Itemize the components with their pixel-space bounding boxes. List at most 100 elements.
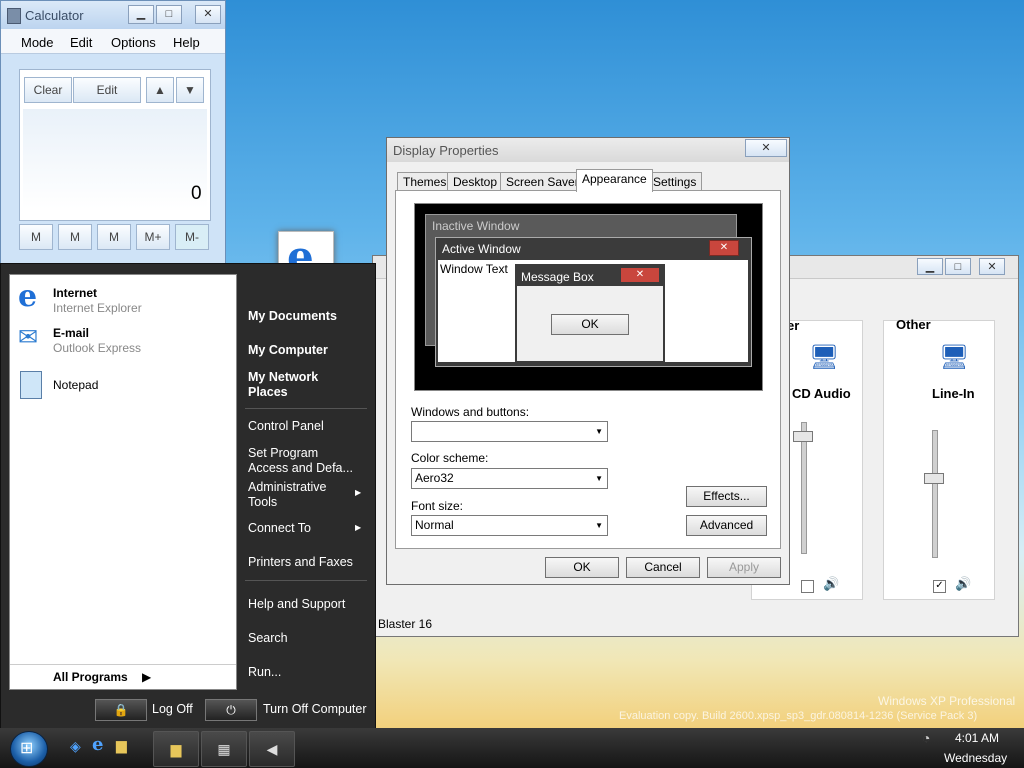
divider bbox=[10, 664, 236, 665]
speaker-icon: 🔊 bbox=[955, 576, 972, 591]
mem-button-3[interactable]: M bbox=[97, 224, 131, 250]
pinned-email[interactable]: ✉ E-mail Outlook Express bbox=[16, 324, 228, 359]
start-my-computer[interactable]: My Computer bbox=[248, 343, 328, 357]
close-button[interactable]: ✕ bbox=[979, 258, 1005, 275]
effects-button[interactable]: Effects... bbox=[686, 486, 767, 507]
menu-help[interactable]: Help bbox=[173, 35, 200, 50]
turn-off-button[interactable]: ⏻ bbox=[205, 699, 257, 721]
tray-network-icon[interactable]: ◔ bbox=[922, 730, 930, 746]
mem-button-1[interactable]: M bbox=[19, 224, 53, 250]
tab-themes[interactable]: Themes bbox=[397, 172, 453, 191]
start-button[interactable]: ⊞ bbox=[10, 731, 48, 767]
start-run[interactable]: Run... bbox=[248, 665, 281, 679]
line-in-slider-track[interactable] bbox=[932, 430, 938, 558]
calculator-icon: ▦ bbox=[217, 741, 231, 757]
cd-audio-mute-checkbox[interactable] bbox=[801, 580, 814, 593]
dialog-title: Display Properties bbox=[393, 143, 499, 158]
tab-screen-saver[interactable]: Screen Saver bbox=[500, 172, 585, 191]
maximize-button[interactable]: □ bbox=[156, 5, 182, 24]
close-button[interactable]: ✕ bbox=[195, 5, 221, 24]
start-my-network-line1[interactable]: My Network bbox=[248, 370, 318, 384]
folder-icon: ▆ bbox=[170, 741, 182, 757]
cd-audio-slider-thumb[interactable] bbox=[793, 431, 813, 442]
mem-minus-button[interactable]: M- bbox=[175, 224, 209, 250]
speaker-icon: ◀ bbox=[266, 741, 278, 757]
up-arrow-button[interactable]: ▲ bbox=[146, 77, 174, 103]
preview-ok-button: OK bbox=[551, 314, 629, 335]
power-icon: ⏻ bbox=[226, 703, 236, 717]
submenu-arrow-icon: ▶ bbox=[355, 488, 362, 497]
pinned-notepad[interactable]: Notepad bbox=[16, 371, 228, 401]
pinned-notepad-title: Notepad bbox=[53, 378, 99, 392]
advanced-button[interactable]: Advanced bbox=[686, 515, 767, 536]
clear-button[interactable]: Clear bbox=[24, 77, 72, 103]
taskbar-volume-button[interactable]: ◀ bbox=[249, 731, 295, 767]
quick-launch-folder-icon[interactable]: ▆ bbox=[116, 737, 127, 754]
start-printers-faxes[interactable]: Printers and Faxes bbox=[248, 555, 353, 569]
calculator-titlebar[interactable]: Calculator ▁ □ ✕ bbox=[1, 1, 225, 29]
mem-button-2[interactable]: M bbox=[58, 224, 92, 250]
down-arrow-button[interactable]: ▼ bbox=[176, 77, 204, 103]
taskbar-explorer-button[interactable]: ▆ bbox=[153, 731, 199, 767]
divider bbox=[245, 580, 367, 581]
show-desktop-icon[interactable]: ◈ bbox=[70, 738, 81, 755]
clock-day[interactable]: Wednesday bbox=[944, 751, 1007, 765]
color-scheme-select[interactable]: Aero32 bbox=[411, 468, 608, 489]
pinned-internet[interactable]: e Internet Internet Explorer bbox=[16, 279, 228, 319]
cancel-button[interactable]: Cancel bbox=[626, 557, 700, 578]
tab-appearance[interactable]: Appearance bbox=[576, 169, 653, 192]
start-connect-to[interactable]: Connect To bbox=[248, 521, 311, 535]
line-in-mute-checkbox[interactable]: ✓ bbox=[933, 580, 946, 593]
edit-button[interactable]: Edit bbox=[73, 77, 141, 103]
menu-options[interactable]: Options bbox=[111, 35, 156, 50]
divider bbox=[245, 408, 367, 409]
preview-window-text: Window Text bbox=[440, 262, 508, 276]
taskbar: ⊞ ◈ e ▆ ▆ ▦ ◀ ◔ 4:01 AM Wednesday bbox=[0, 728, 1024, 768]
mem-plus-button[interactable]: M+ bbox=[136, 224, 170, 250]
all-programs-label: All Programs bbox=[53, 670, 128, 684]
pinned-email-sub: Outlook Express bbox=[53, 341, 142, 355]
turn-off-label[interactable]: Turn Off Computer bbox=[263, 702, 367, 716]
ie-icon: e bbox=[18, 279, 38, 314]
start-help-support[interactable]: Help and Support bbox=[248, 597, 345, 611]
display-value: 0 bbox=[191, 183, 202, 204]
windows-buttons-select[interactable] bbox=[411, 421, 608, 442]
minimize-button[interactable]: ▁ bbox=[128, 5, 154, 24]
log-off-button[interactable]: 🔒 bbox=[95, 699, 147, 721]
all-programs-button[interactable]: All Programs ▶ bbox=[50, 668, 160, 686]
channel-label-other: Other bbox=[896, 317, 931, 332]
tab-settings[interactable]: Settings bbox=[647, 172, 703, 191]
start-my-documents[interactable]: My Documents bbox=[248, 309, 337, 323]
pinned-email-title: E-mail bbox=[53, 326, 90, 340]
close-button[interactable]: ✕ bbox=[745, 139, 787, 157]
log-off-label[interactable]: Log Off bbox=[152, 702, 193, 716]
tab-desktop[interactable]: Desktop bbox=[447, 172, 504, 191]
maximize-button[interactable]: □ bbox=[945, 258, 971, 275]
ok-button[interactable]: OK bbox=[545, 557, 619, 578]
preview-inactive-title: Inactive Window bbox=[432, 219, 520, 233]
menu-edit[interactable]: Edit bbox=[70, 35, 92, 50]
display-properties-titlebar[interactable]: Display Properties ✕ bbox=[387, 138, 789, 162]
calculator-window: Calculator ▁ □ ✕ Mode Edit Options Help … bbox=[0, 0, 226, 274]
start-menu-pinned-pane: e Internet Internet Explorer ✉ E-mail Ou… bbox=[9, 274, 237, 690]
start-search[interactable]: Search bbox=[248, 631, 288, 645]
clock-time[interactable]: 4:01 AM bbox=[955, 731, 999, 745]
taskbar-calculator-button[interactable]: ▦ bbox=[201, 731, 247, 767]
lock-icon: 🔒 bbox=[113, 703, 129, 717]
preview-active-title: Active Window bbox=[442, 242, 521, 256]
quick-launch-ie-icon[interactable]: e bbox=[92, 734, 103, 755]
minimize-button[interactable]: ▁ bbox=[917, 258, 943, 275]
apply-button[interactable]: Apply bbox=[707, 557, 781, 578]
start-set-program-line2[interactable]: Access and Defa... bbox=[248, 461, 353, 475]
start-set-program-line1[interactable]: Set Program bbox=[248, 446, 318, 460]
start-control-panel[interactable]: Control Panel bbox=[248, 419, 324, 433]
font-size-label: Font size: bbox=[411, 499, 464, 513]
start-admin-tools-line1[interactable]: Administrative bbox=[248, 480, 327, 494]
line-in-slider-thumb[interactable] bbox=[924, 473, 944, 484]
watermark-line2: Evaluation copy. Build 2600.xpsp_sp3_gdr… bbox=[619, 710, 978, 722]
start-admin-tools-line2[interactable]: Tools bbox=[248, 495, 277, 509]
start-my-network-line2[interactable]: Places bbox=[248, 385, 288, 399]
font-size-select[interactable]: Normal bbox=[411, 515, 608, 536]
menu-mode[interactable]: Mode bbox=[21, 35, 54, 50]
line-in-icon: 🖥 bbox=[939, 344, 970, 371]
